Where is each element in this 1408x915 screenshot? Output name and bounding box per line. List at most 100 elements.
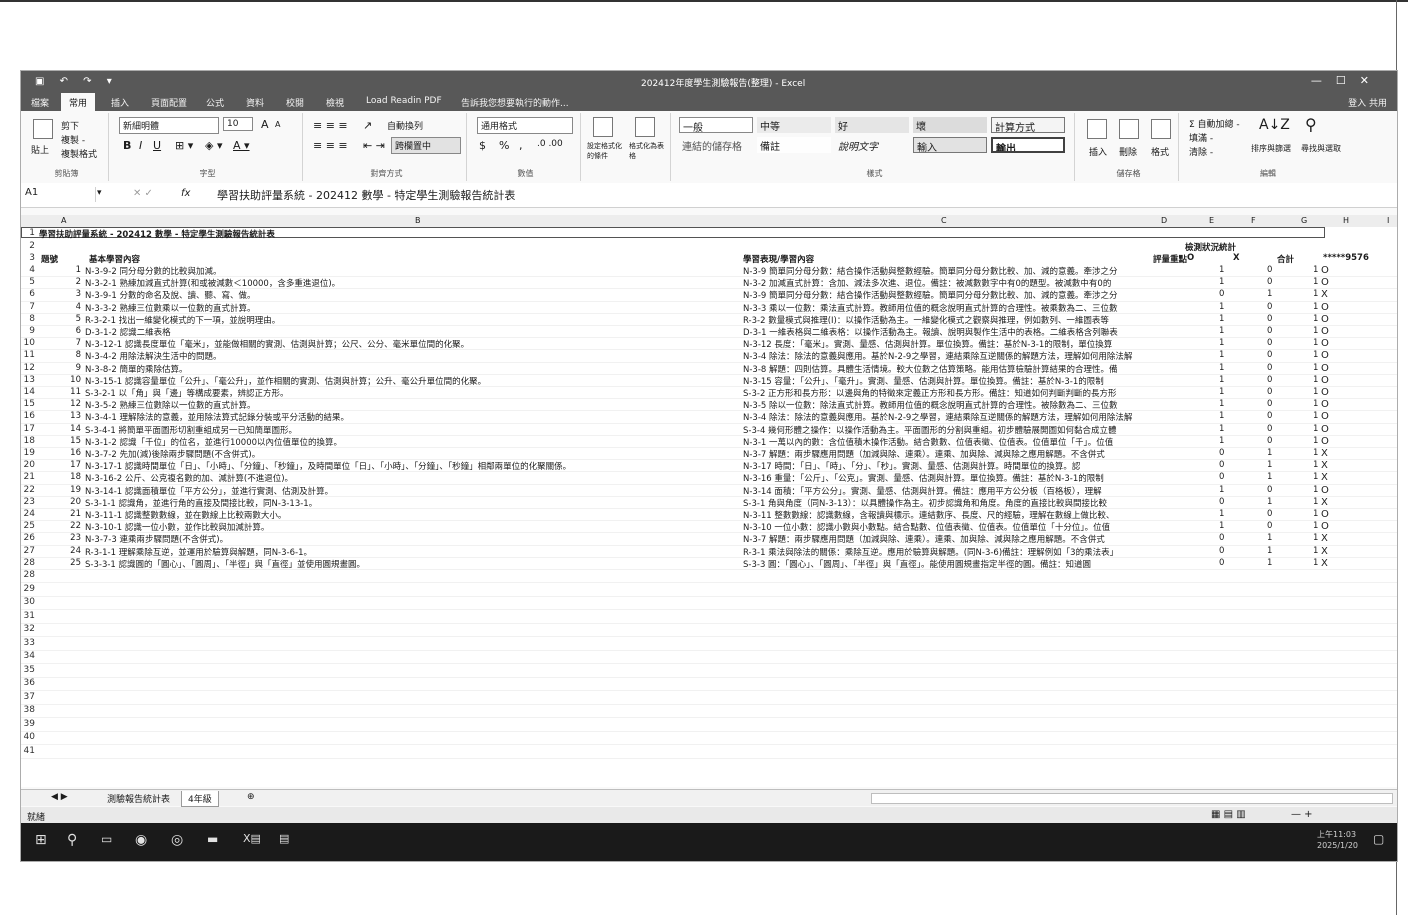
cell-item-number[interactable]: 11 <box>65 387 81 397</box>
shrink-font-button[interactable]: A <box>275 120 280 129</box>
cell-basic-content[interactable]: R-3-2-1 找出一維變化模式的下一項，並說明理由。 <box>85 314 739 326</box>
cell-item-number[interactable]: 16 <box>65 448 81 458</box>
cell-x-count[interactable]: 1 <box>1267 460 1272 470</box>
cell-basic-content[interactable]: R-3-1-1 理解乘除互逆，並運用於驗算與解題，同N-3-6-1。 <box>85 546 739 558</box>
cell-result[interactable]: X <box>1321 497 1328 508</box>
cell-performance[interactable]: N-3-7 解題：兩步驟應用問題（加減與除、連乘）。連乘、加與除、減與除之應用解… <box>743 448 1185 460</box>
cell-x-count[interactable]: 1 <box>1267 497 1272 507</box>
cell-o-count[interactable]: 1 <box>1219 314 1224 324</box>
row-number[interactable]: 14 <box>21 387 35 397</box>
delete-cells-icon[interactable] <box>1119 119 1139 139</box>
grow-font-button[interactable]: A <box>261 118 269 131</box>
cell-total[interactable]: 1 <box>1313 387 1318 397</box>
cancel-enter-icons[interactable]: ✕ ✓ <box>133 188 153 199</box>
row-number[interactable]: 26 <box>21 533 35 543</box>
row-number[interactable]: 18 <box>21 436 35 446</box>
cell-result[interactable]: O <box>1321 424 1329 435</box>
orientation-icon[interactable]: ↗ <box>363 119 372 132</box>
cell-result[interactable]: X <box>1321 533 1328 544</box>
cell-o-count[interactable]: 1 <box>1219 399 1224 409</box>
conditional-format-button[interactable]: 設定格式化的條件 <box>587 141 627 161</box>
tab-formulas[interactable]: 公式 <box>206 96 224 109</box>
cell-result[interactable]: O <box>1321 411 1329 422</box>
cell-result[interactable]: O <box>1321 314 1329 325</box>
cell-performance[interactable]: N-3-7 解題：兩步驟應用問題（加減與除、連乘）。連乘、加與除、減與除之應用解… <box>743 533 1185 545</box>
name-box-dropdown-icon[interactable]: ▾ <box>97 188 102 198</box>
row-number[interactable]: 13 <box>21 375 35 385</box>
cell-result[interactable]: O <box>1321 375 1329 386</box>
row-number[interactable]: 2 <box>21 241 35 251</box>
row-number[interactable]: 12 <box>21 363 35 373</box>
currency-button[interactable]: $ <box>479 139 486 152</box>
cell-item-number[interactable]: 4 <box>65 302 81 312</box>
cell-o-count[interactable]: 0 <box>1219 472 1224 482</box>
cell-performance[interactable]: N-3-17 時間：「日」、「時」、「分」、「秒」。實測、量感、估測與計算。時間… <box>743 460 1185 472</box>
cell-x-count[interactable]: 0 <box>1267 338 1272 348</box>
autosum-button[interactable]: Σ 自動加總 - <box>1189 117 1240 130</box>
cell-performance[interactable]: N-3-15 容量：「公升」、「毫升」。實測、量感、估測與計算。單位換算。備註：… <box>743 375 1185 387</box>
cell-performance[interactable]: N-3-16 重量：「公斤」、「公克」。實測、量感、估測與計算。單位換算。備註：… <box>743 472 1185 484</box>
row-number[interactable]: 34 <box>21 651 35 661</box>
row-number[interactable]: 1 <box>21 228 35 238</box>
worksheet-grid[interactable]: 1 學習扶助評量系統 - 202412 數學 - 特定學生測驗報告統計表 2 檢… <box>21 227 1397 787</box>
cell-item-number[interactable]: 6 <box>65 326 81 336</box>
merge-center-button[interactable]: 跨欄置中 <box>391 137 461 154</box>
row-number[interactable]: 24 <box>21 509 35 519</box>
cell-item-number[interactable]: 9 <box>65 363 81 373</box>
tell-me-search[interactable]: 告訴我您想要執行的動作... <box>461 96 569 109</box>
header-score[interactable]: 評量重點 <box>1153 253 1187 265</box>
cell-basic-content[interactable]: N-3-9-2 同分母分數的比較與加減。 <box>85 265 739 277</box>
name-box[interactable]: A1 <box>25 187 96 202</box>
cell-o-count[interactable]: 1 <box>1219 265 1224 275</box>
row-number[interactable]: 35 <box>21 665 35 675</box>
percent-button[interactable]: % <box>499 139 509 152</box>
cell-total[interactable]: 1 <box>1313 521 1318 531</box>
tab-page-layout[interactable]: 頁面配置 <box>151 96 187 109</box>
tab-data[interactable]: 資料 <box>246 96 264 109</box>
cell-o-count[interactable]: 0 <box>1219 289 1224 299</box>
cell-basic-content[interactable]: D-3-1-2 認識二維表格 <box>85 326 739 338</box>
column-header-f[interactable]: F <box>1251 216 1256 225</box>
column-header-g[interactable]: G <box>1301 216 1307 225</box>
cell-o-count[interactable]: 0 <box>1219 546 1224 556</box>
search-icon[interactable]: ⚲ <box>67 832 77 848</box>
cell-total[interactable]: 1 <box>1313 533 1318 543</box>
row-number[interactable]: 23 <box>21 497 35 507</box>
header-total[interactable]: 合計 <box>1277 253 1294 265</box>
cell-item-number[interactable]: 23 <box>65 533 81 543</box>
row-number[interactable]: 9 <box>21 326 35 336</box>
cell-performance[interactable]: N-3-4 除法：除法的意義與應用。基於N-2-9之學習，連結乘除互逆關係的解題… <box>743 350 1185 362</box>
tab-home[interactable]: 常用 <box>61 93 96 111</box>
cell-total[interactable]: 1 <box>1313 265 1318 275</box>
style-good[interactable]: 好 <box>835 117 909 133</box>
font-size-select[interactable]: 10 <box>223 117 253 131</box>
row-number[interactable]: 6 <box>21 289 35 299</box>
cell-performance[interactable]: S-3-2 正方形和長方形：以邊與角的特徵來定義正方形和長方形。備註：知道如何判… <box>743 387 1185 399</box>
header-student[interactable]: *****9576 <box>1323 253 1369 263</box>
row-number[interactable]: 37 <box>21 692 35 702</box>
column-header-c[interactable]: C <box>941 216 947 225</box>
insert-cells-icon[interactable] <box>1087 119 1107 139</box>
cell-item-number[interactable]: 20 <box>65 497 81 507</box>
cell-total[interactable]: 1 <box>1313 546 1318 556</box>
font-name-select[interactable]: 新細明體 <box>119 117 219 134</box>
cell-result[interactable]: X <box>1321 546 1328 557</box>
header-o[interactable]: O <box>1187 253 1194 263</box>
cell-basic-content[interactable]: N-3-4-1 理解除法的意義，並用除法算式記錄分裝或平分活動的結果。 <box>85 411 739 423</box>
bold-button[interactable]: B <box>123 139 131 152</box>
cell-o-count[interactable]: 1 <box>1219 375 1224 385</box>
column-header-i[interactable]: I <box>1387 216 1389 225</box>
row-number[interactable]: 39 <box>21 719 35 729</box>
style-linked-cell[interactable]: 連結的儲存格 <box>679 137 753 153</box>
excel-icon[interactable]: X▤ <box>243 832 261 845</box>
cell-total[interactable]: 1 <box>1313 485 1318 495</box>
cell-o-count[interactable]: 0 <box>1219 533 1224 543</box>
style-bad[interactable]: 壞 <box>913 117 987 133</box>
cell-performance[interactable]: R-3-1 乘法與除法的關係：乘除互逆。應用於驗算與解題。(同N-3-6)備註：… <box>743 546 1185 558</box>
cell-basic-content[interactable]: S-3-1-1 認識角，並進行角的直接及間接比較，同N-3-13-1。 <box>85 497 739 509</box>
app-icon[interactable]: ▤ <box>279 832 289 845</box>
header-x[interactable]: X <box>1233 253 1240 263</box>
cell-result[interactable]: O <box>1321 350 1329 361</box>
cell-performance[interactable]: N-3-3 乘以一位數：乘法直式計算。教師用位值的概念說明直式計算的合理性。被乘… <box>743 302 1185 314</box>
underline-button[interactable]: U <box>153 139 161 152</box>
